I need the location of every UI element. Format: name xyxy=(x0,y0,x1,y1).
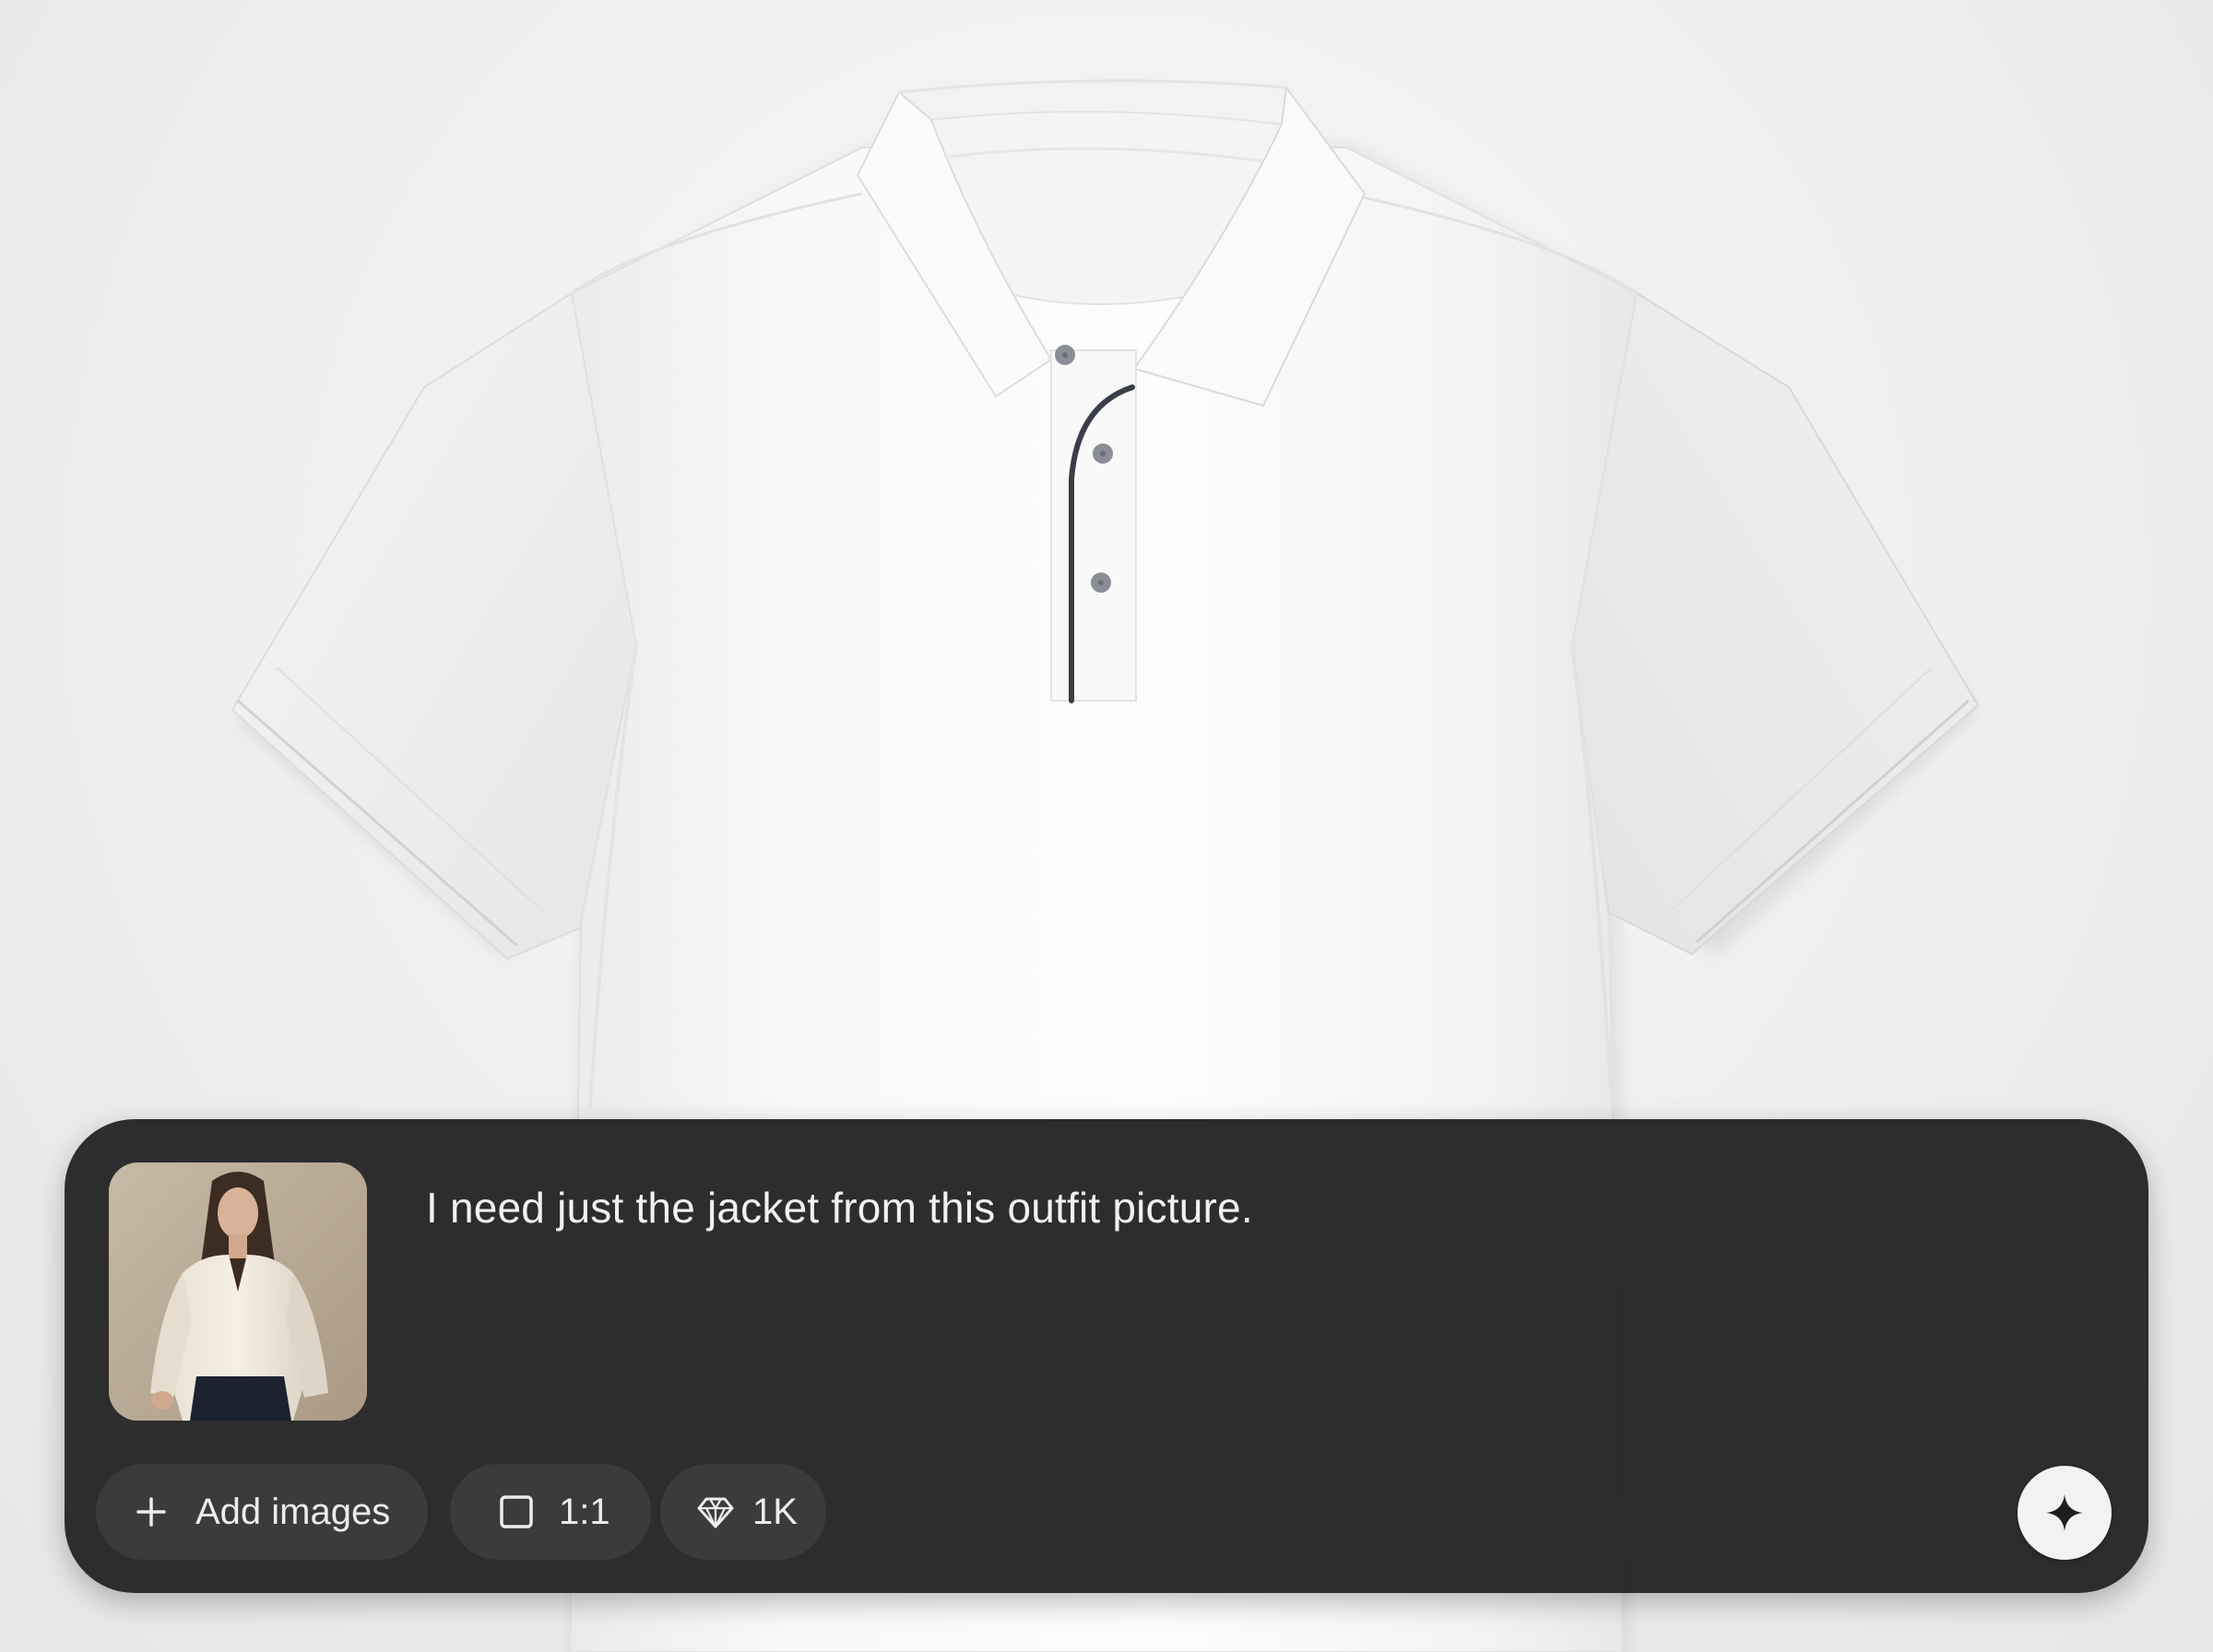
diamond-icon xyxy=(695,1492,736,1532)
aspect-ratio-button[interactable]: 1:1 xyxy=(450,1464,651,1560)
sparkle-icon xyxy=(2043,1492,2086,1534)
attached-image-thumbnail[interactable] xyxy=(109,1162,367,1421)
add-images-label: Add images xyxy=(195,1491,391,1532)
quality-label: 1K xyxy=(752,1491,798,1532)
aspect-ratio-label: 1:1 xyxy=(559,1491,610,1532)
generate-button[interactable] xyxy=(2018,1466,2112,1560)
outfit-photo-icon xyxy=(109,1162,367,1421)
square-icon xyxy=(496,1492,537,1532)
quality-button[interactable]: 1K xyxy=(660,1464,826,1560)
add-images-button[interactable]: Add images xyxy=(96,1464,428,1560)
plus-icon xyxy=(131,1492,172,1532)
prompt-text-input[interactable]: I need just the jacket from this outfit … xyxy=(426,1180,1994,1235)
prompt-composer: I need just the jacket from this outfit … xyxy=(65,1119,2148,1593)
